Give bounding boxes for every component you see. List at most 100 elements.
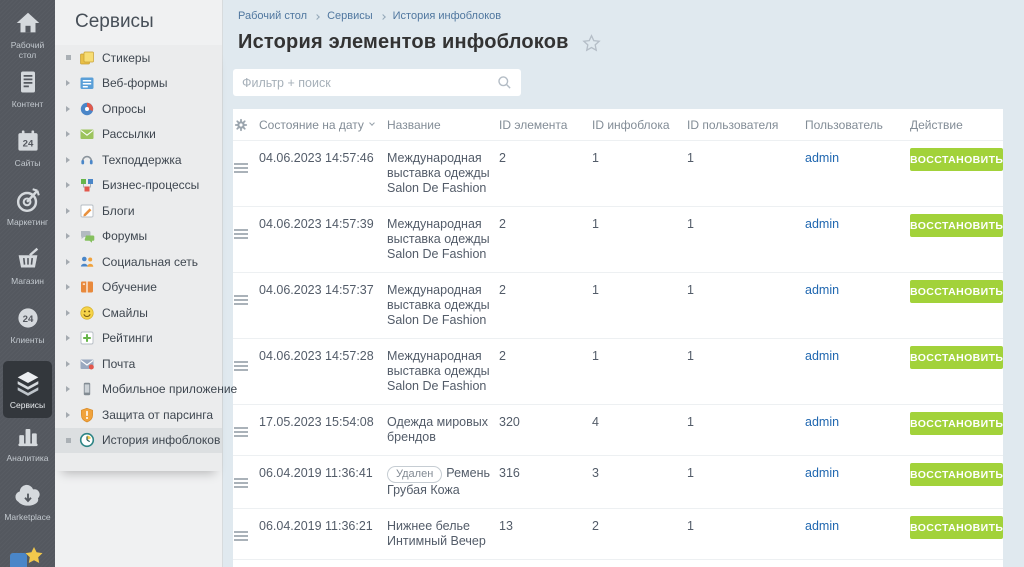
row-element-id: 2: [499, 283, 506, 297]
rail-item-cloud-download[interactable]: Marketplace: [0, 472, 55, 531]
rail-item-target[interactable]: Маркетинг: [0, 177, 55, 236]
sidebar-item-ratings[interactable]: Рейтинги: [55, 326, 222, 352]
row-iblock-id: 1: [592, 349, 599, 363]
row-date: 06.04.2019 11:36:41: [259, 466, 373, 480]
sidebar-item-mailing[interactable]: Рассылки: [55, 122, 222, 148]
column-header-element-id: ID элемента: [499, 117, 568, 132]
expand-arrow-icon: [66, 156, 79, 163]
expand-arrow-icon: [66, 80, 79, 87]
sort-chevron-icon: [369, 120, 375, 126]
column-header-iblock-id: ID инфоблока: [592, 117, 670, 132]
row-menu-icon[interactable]: [234, 295, 248, 305]
user-link[interactable]: admin: [805, 283, 839, 297]
iblock-history-icon: [79, 432, 95, 448]
rail-item-basket[interactable]: Магазин: [0, 236, 55, 295]
favorite-star-icon[interactable]: [581, 33, 601, 52]
user-link[interactable]: admin: [805, 415, 839, 429]
sidebar-item-forums[interactable]: Форумы: [55, 224, 222, 250]
row-name: Международная выставка одежды Salon De F…: [387, 151, 490, 195]
restore-button[interactable]: ВОССТАНОВИТЬ: [910, 346, 1003, 369]
sidebar-item-smiles[interactable]: Смайлы: [55, 300, 222, 326]
rail-item-home[interactable]: Рабочий стол: [0, 0, 55, 59]
row-user-id: 1: [687, 217, 694, 231]
sidebar-item-iblock-history[interactable]: История инфоблоков: [55, 427, 222, 453]
main-content: Рабочий стол Сервисы История инфоблоков Ис…: [224, 0, 1024, 567]
ratings-icon: [79, 330, 95, 346]
sidebar-item-stickers[interactable]: Стикеры: [55, 45, 222, 71]
sidebar-item-webforms[interactable]: Веб-формы: [55, 71, 222, 97]
sidebar-item-bizproc[interactable]: Бизнес-процессы: [55, 173, 222, 199]
left-rail: Рабочий стол Контент 24 Сайты Маркетинг …: [0, 0, 55, 567]
row-date: 04.06.2023 14:57:39: [259, 217, 374, 231]
row-menu-icon[interactable]: [234, 163, 248, 173]
sidebar-item-mobile[interactable]: Мобильное приложение: [55, 377, 237, 403]
rail-item-layers[interactable]: Сервисы: [0, 354, 55, 418]
user-link[interactable]: admin: [805, 466, 839, 480]
support-icon: [79, 152, 95, 168]
expand-arrow-icon: [66, 258, 79, 265]
bizproc-icon: [79, 177, 95, 193]
basket-icon: [0, 243, 55, 275]
sidebar-item-label: Защита от парсинга: [102, 407, 214, 422]
sidebar-item-social[interactable]: Социальная сеть: [55, 249, 222, 275]
blogs-icon: [79, 203, 95, 219]
sidebar-item-mail[interactable]: Почта: [55, 351, 222, 377]
sidebar-item-polls[interactable]: Опросы: [55, 96, 222, 122]
breadcrumb-link[interactable]: Рабочий стол: [238, 10, 307, 22]
column-header-user-id: ID пользователя: [687, 117, 779, 132]
row-menu-icon[interactable]: [234, 229, 248, 239]
search-icon[interactable]: [497, 75, 512, 90]
sidebar-item-blogs[interactable]: Блоги: [55, 198, 222, 224]
table-row: 04.06.2023 14:57:28 Международная выстав…: [233, 339, 1003, 405]
row-menu-icon[interactable]: [234, 531, 248, 541]
row-name: Международная выставка одежды Salon De F…: [387, 217, 490, 261]
restore-button[interactable]: ВОССТАНОВИТЬ: [910, 463, 1003, 486]
user-link[interactable]: admin: [805, 519, 839, 533]
expand-arrow-icon: [66, 284, 79, 291]
sidebar-item-label: Форумы: [102, 229, 148, 244]
table-row: 04.06.2023 14:57:37 Международная выстав…: [233, 273, 1003, 339]
breadcrumb-link[interactable]: Сервисы: [327, 10, 373, 22]
row-menu-icon[interactable]: [234, 478, 248, 488]
row-element-id: 2: [499, 151, 506, 165]
restore-button[interactable]: ВОССТАНОВИТЬ: [910, 412, 1003, 435]
calendar-24-icon: 24: [0, 125, 55, 157]
table-header: Состояние на дату Название ID элемента I…: [233, 109, 1003, 141]
table-row: 04.06.2023 14:57:46 Международная выстав…: [233, 141, 1003, 207]
restore-button[interactable]: ВОССТАНОВИТЬ: [910, 280, 1003, 303]
breadcrumb-link[interactable]: История инфоблоков: [393, 10, 501, 22]
rail-item-clients-24[interactable]: 24 Клиенты: [0, 295, 55, 354]
sidebar-item-label: Рейтинги: [102, 331, 153, 346]
sidebar-item-label: Рассылки: [102, 127, 156, 142]
bullet-icon: [66, 55, 79, 61]
restore-button[interactable]: ВОССТАНОВИТЬ: [910, 516, 1003, 539]
filter-search-input[interactable]: [242, 75, 497, 90]
user-link[interactable]: admin: [805, 151, 839, 165]
filter-search-box: [233, 69, 521, 96]
user-link[interactable]: admin: [805, 217, 839, 231]
forums-icon: [79, 228, 95, 244]
rail-item-bar-chart[interactable]: Аналитика: [0, 413, 55, 472]
row-user-id: 1: [687, 466, 694, 480]
row-user-id: 1: [687, 283, 694, 297]
row-name: Международная выставка одежды Salon De F…: [387, 283, 490, 327]
row-menu-icon[interactable]: [234, 361, 248, 371]
row-iblock-id: 3: [592, 466, 599, 480]
column-header-date[interactable]: Состояние на дату: [259, 118, 375, 132]
rail-item-document[interactable]: Контент: [0, 59, 55, 118]
restore-button[interactable]: ВОССТАНОВИТЬ: [910, 214, 1003, 237]
sidebar-item-learning[interactable]: Обучение: [55, 275, 222, 301]
row-name: Международная выставка одежды Salon De F…: [387, 349, 490, 393]
rail-item-calendar-24[interactable]: 24 Сайты: [0, 118, 55, 177]
row-user-id: 1: [687, 519, 694, 533]
svg-text:24: 24: [22, 138, 33, 149]
sidebar-item-antiparsing[interactable]: Защита от парсинга: [55, 402, 222, 428]
restore-button[interactable]: ВОССТАНОВИТЬ: [910, 148, 1003, 171]
table-settings-gear-icon[interactable]: [234, 118, 253, 132]
row-menu-icon[interactable]: [234, 427, 248, 437]
sidebar-item-support[interactable]: Техподдержка: [55, 147, 222, 173]
row-date: 06.04.2019 11:36:21: [259, 519, 373, 533]
rail-item-label: Контент: [11, 99, 44, 109]
user-link[interactable]: admin: [805, 349, 839, 363]
history-table: Состояние на дату Название ID элемента I…: [233, 109, 1003, 567]
